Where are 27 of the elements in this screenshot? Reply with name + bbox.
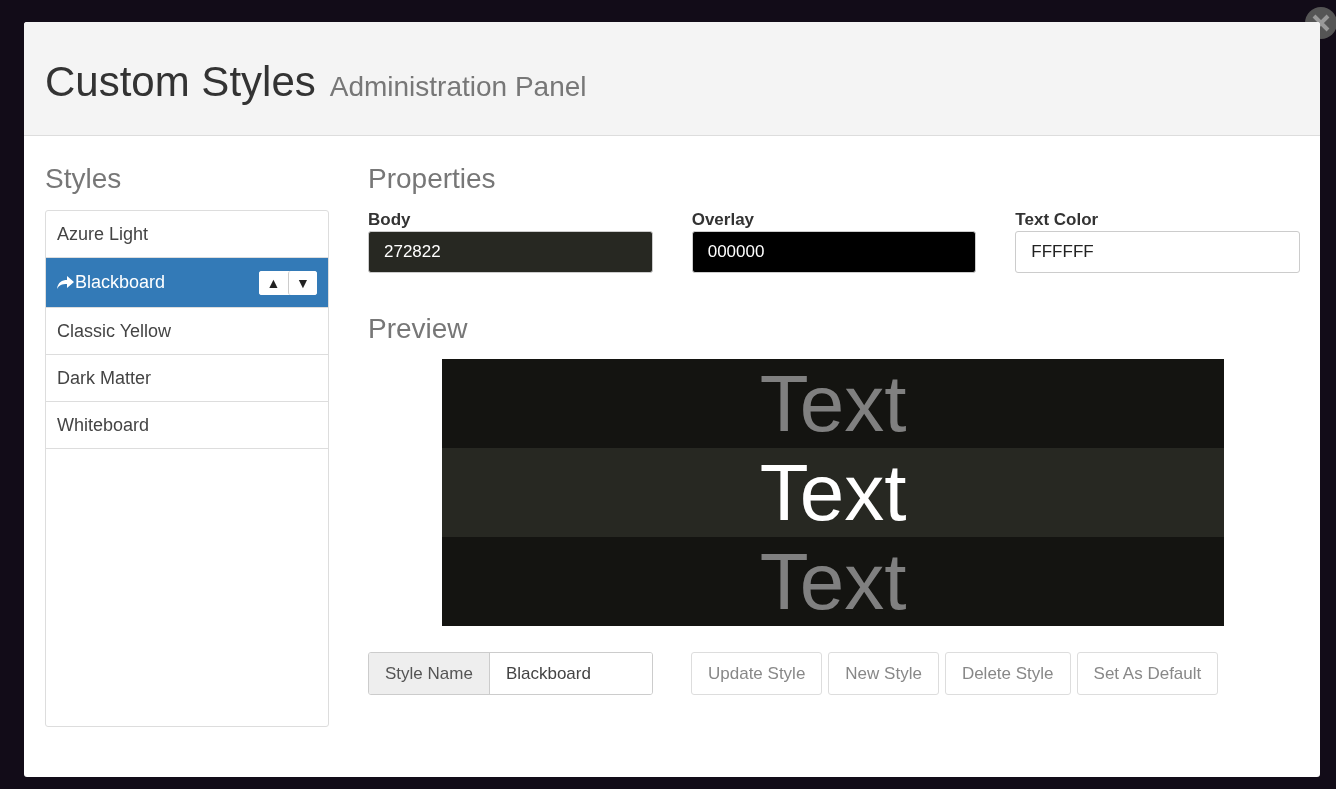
- dialog-title: Custom Styles: [45, 58, 316, 106]
- input-addon-label: Style Name: [369, 653, 490, 694]
- share-arrow-icon: [57, 276, 74, 289]
- preview-text: Text: [759, 452, 907, 533]
- style-list-item[interactable]: Dark Matter: [46, 355, 328, 402]
- style-name-input-group[interactable]: Style Name Blackboard: [368, 652, 653, 695]
- style-list-item[interactable]: Classic Yellow: [46, 308, 328, 355]
- color-input-field[interactable]: 272822: [368, 231, 653, 273]
- style-list-item[interactable]: Blackboard ▲ ▼: [46, 258, 328, 308]
- section-heading: Properties: [368, 162, 497, 196]
- color-input-field[interactable]: FFFFFF: [1015, 231, 1300, 273]
- section-heading: Styles: [45, 162, 123, 196]
- style-list-item[interactable]: Whiteboard: [46, 402, 328, 449]
- preview-text: Text: [759, 363, 907, 444]
- color-input-field[interactable]: 000000: [691, 231, 977, 273]
- section-heading: Preview: [368, 312, 469, 346]
- field-label: Text Color: [1015, 210, 1100, 231]
- style-name: Azure Light: [57, 223, 149, 245]
- field-label: Overlay: [691, 210, 756, 231]
- style-name: Blackboard: [75, 272, 166, 293]
- style-name: Whiteboard: [57, 414, 150, 436]
- move-down-button[interactable]: ▼: [288, 270, 317, 295]
- style-name: Dark Matter: [57, 367, 152, 389]
- preview-text: Text: [759, 541, 907, 622]
- dialog-subtitle: Administration Panel: [329, 71, 587, 103]
- style-name: Classic Yellow: [57, 320, 172, 342]
- field-label: Body: [368, 210, 412, 231]
